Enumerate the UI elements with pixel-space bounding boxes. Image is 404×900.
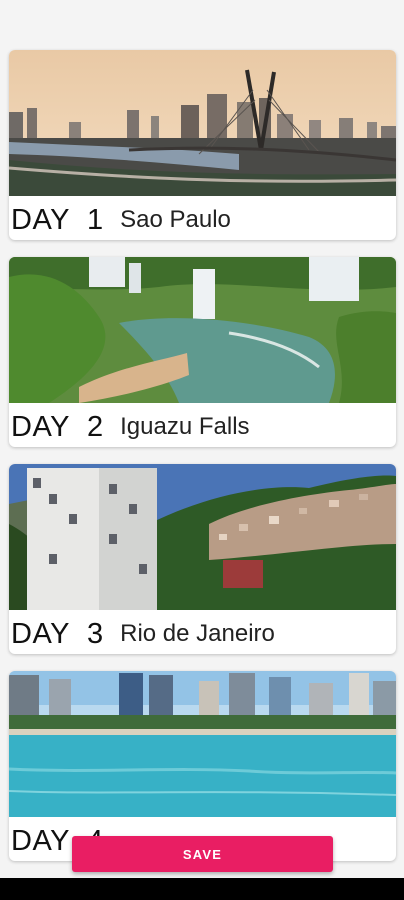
day-label: DAY [11, 617, 70, 650]
beach-photo [9, 671, 396, 817]
day-caption: DAY 1 Sao Paulo [11, 200, 231, 240]
system-navigation-bar [0, 878, 404, 900]
day-number: 3 [86, 617, 104, 650]
day-card-4[interactable]: DAY 4 [9, 671, 396, 861]
rio-de-janeiro-photo [9, 464, 396, 610]
day-card-3[interactable]: DAY 3 Rio de Janeiro [9, 464, 396, 654]
day-label: DAY [11, 410, 70, 443]
save-button[interactable]: SAVE [72, 836, 333, 872]
day-number: 2 [86, 410, 104, 443]
sao-paulo-photo [9, 50, 396, 196]
day-card-1[interactable]: DAY 1 Sao Paulo [9, 50, 396, 240]
day-caption: DAY 2 Iguazu Falls [11, 407, 250, 447]
city-name: Sao Paulo [120, 206, 231, 233]
city-name: Iguazu Falls [120, 413, 250, 440]
day-label: DAY [11, 203, 70, 236]
iguazu-falls-photo [9, 257, 396, 403]
day-card-2[interactable]: DAY 2 Iguazu Falls [9, 257, 396, 447]
day-caption: DAY 3 Rio de Janeiro [11, 614, 275, 654]
day-number: 1 [86, 203, 104, 236]
city-name: Rio de Janeiro [120, 620, 275, 647]
day-label: DAY [11, 824, 70, 857]
